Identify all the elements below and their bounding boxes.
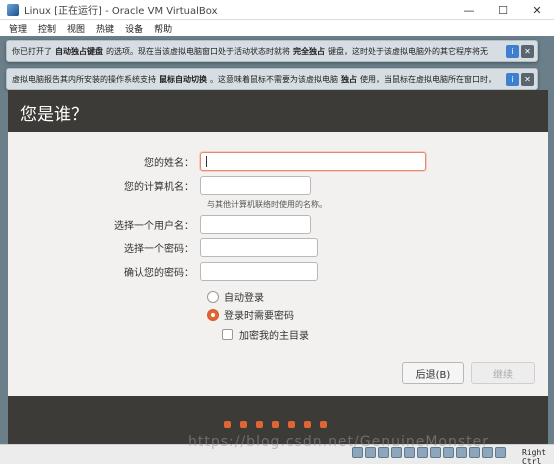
username-input[interactable]	[200, 215, 311, 234]
recording-icon[interactable]	[443, 447, 454, 458]
auto-login-radio[interactable]	[207, 290, 219, 303]
window-title: Linux [正在运行] - Oracle VM VirtualBox	[24, 6, 218, 17]
notice-text-bold: 完全独占	[293, 46, 325, 56]
progress-dot	[320, 421, 327, 428]
password-input[interactable]	[200, 238, 318, 257]
require-password-option[interactable]: 登录时需要密码	[207, 307, 294, 322]
menu-item-devices[interactable]: 设备	[125, 22, 143, 35]
notice-text-bold: 鼠标自动切换	[159, 74, 207, 84]
progress-dot	[288, 421, 295, 428]
confirm-password-row: 确认您的密码：	[8, 262, 318, 281]
computer-name-input[interactable]	[200, 176, 311, 195]
password-row: 选择一个密码：	[8, 238, 318, 257]
keyboard-capture-icon[interactable]	[482, 447, 493, 458]
computer-row: 您的计算机名：	[8, 176, 311, 195]
optical-drive-icon[interactable]	[365, 447, 376, 458]
notice-actions: i ✕	[501, 45, 534, 58]
keyboard-capture-notice: 你已打开了 自动独占键盘 的选项。现在当该虚拟电脑窗口处于活动状态时就将 完全独…	[6, 40, 538, 62]
notice-text-pre: 你已打开了	[12, 46, 52, 56]
name-row: 您的姓名：	[8, 152, 426, 171]
usb-icon[interactable]	[404, 447, 415, 458]
text-caret	[206, 156, 207, 167]
installer-form: 您的姓名： 您的计算机名： 与其他计算机联络时使用的名称。 选择一个用户名： 选…	[8, 132, 548, 396]
minimize-button[interactable]: —	[452, 0, 486, 20]
progress-dots	[224, 421, 336, 428]
progress-dot	[224, 421, 231, 428]
encrypt-home-checkbox[interactable]	[222, 329, 233, 340]
auto-login-label: 自动登录	[224, 293, 264, 304]
require-password-radio[interactable]	[207, 308, 219, 321]
maximize-button[interactable]: ☐	[486, 0, 520, 20]
username-row: 选择一个用户名：	[8, 215, 311, 234]
shared-folder-icon[interactable]	[417, 447, 428, 458]
window-titlebar: Linux [正在运行] - Oracle VM VirtualBox — ☐ …	[0, 0, 554, 20]
menu-item-control[interactable]: 控制	[38, 22, 56, 35]
network-icon[interactable]	[391, 447, 402, 458]
menu-item-hotkeys[interactable]: 热键	[96, 22, 114, 35]
notice-text-post: 键盘，这时处于该虚拟电脑外的其它程序将无	[328, 46, 488, 56]
page-title: 您是谁？	[20, 105, 88, 125]
mouse-integration-icon[interactable]	[469, 447, 480, 458]
device-status-icons	[352, 447, 508, 458]
encrypt-home-option[interactable]: 加密我的主目录	[222, 327, 309, 342]
password-label: 选择一个密码：	[124, 244, 194, 255]
notice-text-post: 使用，当鼠标在虚拟电脑所在窗口时，	[360, 74, 496, 84]
menu-item-view[interactable]: 视图	[67, 22, 85, 35]
notice-close-icon[interactable]: ✕	[521, 45, 534, 58]
notice-text-pre: 虚拟电脑报告其内所安装的操作系统支持	[12, 74, 156, 84]
arrow-down-icon[interactable]	[495, 447, 506, 458]
host-key-label: Right Ctrl	[522, 448, 547, 464]
name-input[interactable]	[200, 152, 426, 171]
notice-info-icon[interactable]: i	[506, 73, 519, 86]
notice-close-icon[interactable]: ✕	[521, 73, 534, 86]
mouse-integration-notice: 虚拟电脑报告其内所安装的操作系统支持 鼠标自动切换 。这意味着鼠标不需要为该虚拟…	[6, 68, 538, 90]
menu-bar: 管理 控制 视图 热键 设备 帮助	[0, 20, 554, 36]
auto-login-option[interactable]: 自动登录	[207, 289, 264, 304]
progress-dot	[304, 421, 311, 428]
window-controls: — ☐ ✕	[452, 0, 554, 20]
installer-header: 您是谁？	[8, 90, 548, 132]
notice-actions: i ✕	[501, 73, 534, 86]
menu-item-help[interactable]: 帮助	[154, 22, 172, 35]
back-button[interactable]: 后退(B)	[402, 362, 464, 384]
require-password-label: 登录时需要密码	[224, 311, 294, 322]
notice-text-bold: 自动独占键盘	[55, 46, 103, 56]
confirm-password-input[interactable]	[200, 262, 318, 281]
username-label: 选择一个用户名：	[114, 221, 194, 232]
encrypt-home-label: 加密我的主目录	[239, 331, 309, 342]
hard-disk-icon[interactable]	[352, 447, 363, 458]
confirm-password-label: 确认您的密码：	[124, 268, 194, 279]
progress-dot	[256, 421, 263, 428]
name-label: 您的姓名：	[144, 158, 194, 169]
notice-info-icon[interactable]: i	[506, 45, 519, 58]
display-icon[interactable]	[430, 447, 441, 458]
computer-name-label: 您的计算机名：	[124, 182, 194, 193]
continue-button[interactable]: 继续	[471, 362, 535, 384]
progress-dot	[272, 421, 279, 428]
audio-icon[interactable]	[378, 447, 389, 458]
menu-item-manage[interactable]: 管理	[9, 22, 27, 35]
notice-text-bold: 独占	[341, 74, 357, 84]
virtualbox-app-icon	[7, 3, 19, 16]
notice-text-mid: 。这意味着鼠标不需要为该虚拟电脑	[210, 74, 338, 84]
progress-dot	[240, 421, 247, 428]
computer-name-hint: 与其他计算机联络时使用的名称。	[207, 200, 327, 209]
close-button[interactable]: ✕	[520, 0, 554, 20]
notice-text-mid: 的选项。现在当该虚拟电脑窗口处于活动状态时就将	[106, 46, 290, 56]
cpu-icon[interactable]	[456, 447, 467, 458]
